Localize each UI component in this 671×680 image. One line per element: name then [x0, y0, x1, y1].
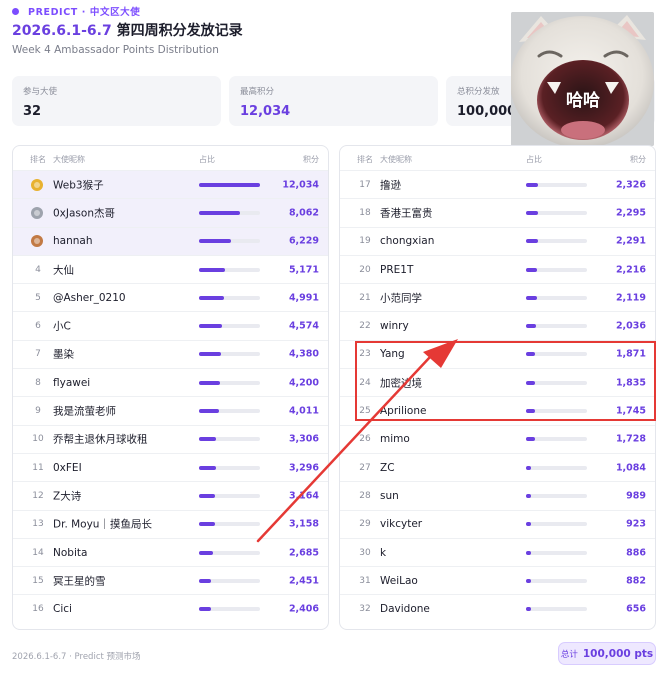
total-value: 100,000 pts [582, 647, 654, 660]
footer-text: 2026.6.1-6.7 · Predict 预测市场 [12, 652, 141, 662]
total-label: 总计 [560, 649, 578, 660]
total-points-badge: 总计 100,000 pts [558, 642, 656, 665]
annotation-arrow-icon [256, 339, 458, 543]
